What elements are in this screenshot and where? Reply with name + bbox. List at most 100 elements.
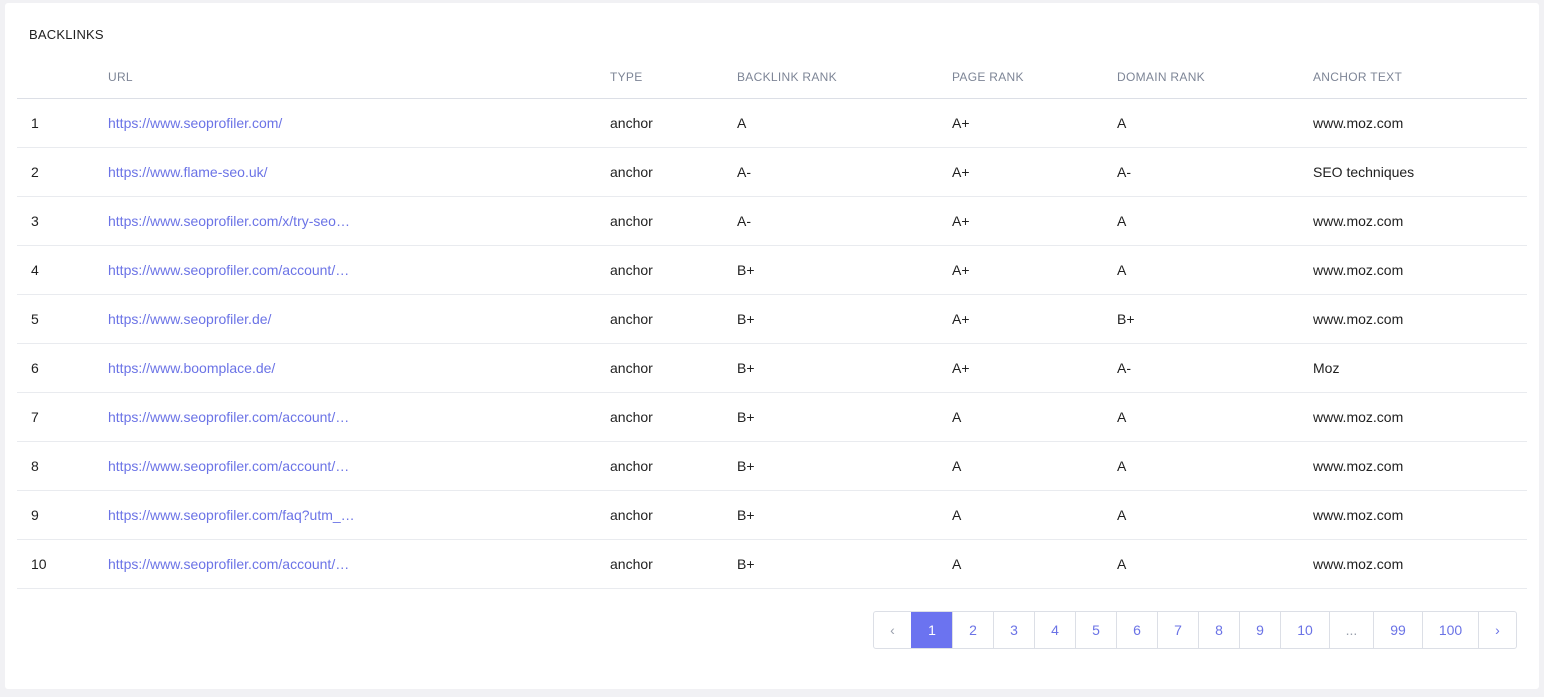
table-row: 10 https://www.seoprofiler.com/account/……	[17, 539, 1527, 589]
anchor-text-cell: www.moz.com	[1313, 98, 1527, 148]
header-url: URL	[108, 55, 610, 99]
row-number: 6	[17, 343, 108, 393]
backlink-url-link[interactable]: https://www.seoprofiler.de/	[108, 311, 271, 327]
backlink-rank-cell: A	[737, 98, 952, 148]
pagination: ‹ 1 2 3 4 5 6 7 8 9 10 ... 99 100 ›	[873, 611, 1517, 649]
anchor-text-cell: www.moz.com	[1313, 441, 1527, 491]
row-number: 2	[17, 147, 108, 197]
url-cell: https://www.seoprofiler.com/faq?utm_…	[108, 490, 610, 540]
backlink-url-link[interactable]: https://www.seoprofiler.com/faq?utm_…	[108, 507, 355, 523]
url-cell: https://www.seoprofiler.com/account/…	[108, 392, 610, 442]
header-backlink-rank: BACKLINK RANK	[737, 55, 952, 99]
anchor-text-cell: SEO techniques	[1313, 147, 1527, 197]
type-cell: anchor	[610, 392, 737, 442]
pagination-page-7[interactable]: 7	[1157, 612, 1198, 648]
pagination-prev-button[interactable]: ‹	[874, 612, 911, 648]
type-cell: anchor	[610, 245, 737, 295]
type-cell: anchor	[610, 441, 737, 491]
anchor-text-cell: Moz	[1313, 343, 1527, 393]
row-number: 1	[17, 98, 108, 148]
type-cell: anchor	[610, 539, 737, 589]
page-rank-cell: A	[952, 392, 1117, 442]
backlink-url-link[interactable]: https://www.seoprofiler.com/account/…	[108, 409, 349, 425]
pagination-page-5[interactable]: 5	[1075, 612, 1116, 648]
pagination-page-1[interactable]: 1	[911, 612, 952, 648]
type-cell: anchor	[610, 343, 737, 393]
url-cell: https://www.seoprofiler.com/account/…	[108, 441, 610, 491]
backlink-url-link[interactable]: https://www.seoprofiler.com/account/…	[108, 556, 349, 572]
table-row: 7 https://www.seoprofiler.com/account/… …	[17, 392, 1527, 442]
table-row: 1 https://www.seoprofiler.com/ anchor A …	[17, 98, 1527, 148]
pagination-ellipsis: ...	[1329, 612, 1373, 648]
url-cell: https://www.flame-seo.uk/	[108, 147, 610, 197]
domain-rank-cell: A	[1117, 245, 1313, 295]
backlink-url-link[interactable]: https://www.flame-seo.uk/	[108, 164, 268, 180]
backlink-rank-cell: B+	[737, 539, 952, 589]
header-num	[17, 55, 108, 99]
url-cell: https://www.seoprofiler.com/x/try-seo…	[108, 196, 610, 246]
page-rank-cell: A+	[952, 147, 1117, 197]
section-title: BACKLINKS	[29, 27, 104, 42]
type-cell: anchor	[610, 196, 737, 246]
domain-rank-cell: B+	[1117, 294, 1313, 344]
page-rank-cell: A+	[952, 245, 1117, 295]
row-number: 8	[17, 441, 108, 491]
pagination-page-100[interactable]: 100	[1422, 612, 1478, 648]
page-rank-cell: A	[952, 441, 1117, 491]
url-cell: https://www.seoprofiler.de/	[108, 294, 610, 344]
backlink-url-link[interactable]: https://www.seoprofiler.com/x/try-seo…	[108, 213, 350, 229]
url-cell: https://www.seoprofiler.com/	[108, 98, 610, 148]
pagination-page-6[interactable]: 6	[1116, 612, 1157, 648]
header-anchor-text: ANCHOR TEXT	[1313, 55, 1527, 99]
table-row: 9 https://www.seoprofiler.com/faq?utm_… …	[17, 490, 1527, 540]
pagination-page-99[interactable]: 99	[1373, 612, 1422, 648]
pagination-page-9[interactable]: 9	[1239, 612, 1280, 648]
backlink-url-link[interactable]: https://www.seoprofiler.com/account/…	[108, 262, 349, 278]
table-row: 4 https://www.seoprofiler.com/account/… …	[17, 245, 1527, 295]
url-cell: https://www.seoprofiler.com/account/…	[108, 245, 610, 295]
backlink-rank-cell: B+	[737, 441, 952, 491]
page-rank-cell: A+	[952, 196, 1117, 246]
anchor-text-cell: www.moz.com	[1313, 392, 1527, 442]
row-number: 9	[17, 490, 108, 540]
domain-rank-cell: A-	[1117, 343, 1313, 393]
row-number: 4	[17, 245, 108, 295]
table-header-row: URL TYPE BACKLINK RANK PAGE RANK DOMAIN …	[17, 55, 1527, 99]
backlink-rank-cell: B+	[737, 490, 952, 540]
pagination-page-8[interactable]: 8	[1198, 612, 1239, 648]
domain-rank-cell: A	[1117, 392, 1313, 442]
backlink-rank-cell: B+	[737, 245, 952, 295]
backlink-url-link[interactable]: https://www.seoprofiler.com/account/…	[108, 458, 349, 474]
domain-rank-cell: A-	[1117, 147, 1313, 197]
url-cell: https://www.seoprofiler.com/account/…	[108, 539, 610, 589]
backlink-rank-cell: B+	[737, 392, 952, 442]
pagination-page-10[interactable]: 10	[1280, 612, 1329, 648]
url-cell: https://www.boomplace.de/	[108, 343, 610, 393]
row-number: 3	[17, 196, 108, 246]
row-number: 7	[17, 392, 108, 442]
header-page-rank: PAGE RANK	[952, 55, 1117, 99]
backlinks-table: URL TYPE BACKLINK RANK PAGE RANK DOMAIN …	[17, 55, 1527, 589]
backlink-rank-cell: A-	[737, 147, 952, 197]
backlink-rank-cell: B+	[737, 294, 952, 344]
pagination-page-4[interactable]: 4	[1034, 612, 1075, 648]
row-number: 5	[17, 294, 108, 344]
table-row: 8 https://www.seoprofiler.com/account/… …	[17, 441, 1527, 491]
pagination-page-2[interactable]: 2	[952, 612, 993, 648]
pagination-next-button[interactable]: ›	[1478, 612, 1516, 648]
pagination-page-3[interactable]: 3	[993, 612, 1034, 648]
domain-rank-cell: A	[1117, 196, 1313, 246]
backlink-url-link[interactable]: https://www.boomplace.de/	[108, 360, 275, 376]
table-row: 6 https://www.boomplace.de/ anchor B+ A+…	[17, 343, 1527, 393]
header-type: TYPE	[610, 55, 737, 99]
backlink-rank-cell: B+	[737, 343, 952, 393]
domain-rank-cell: A	[1117, 98, 1313, 148]
domain-rank-cell: A	[1117, 441, 1313, 491]
page-rank-cell: A+	[952, 294, 1117, 344]
header-domain-rank: DOMAIN RANK	[1117, 55, 1313, 99]
page-rank-cell: A+	[952, 343, 1117, 393]
backlink-url-link[interactable]: https://www.seoprofiler.com/	[108, 115, 282, 131]
domain-rank-cell: A	[1117, 539, 1313, 589]
anchor-text-cell: www.moz.com	[1313, 245, 1527, 295]
page-rank-cell: A	[952, 490, 1117, 540]
